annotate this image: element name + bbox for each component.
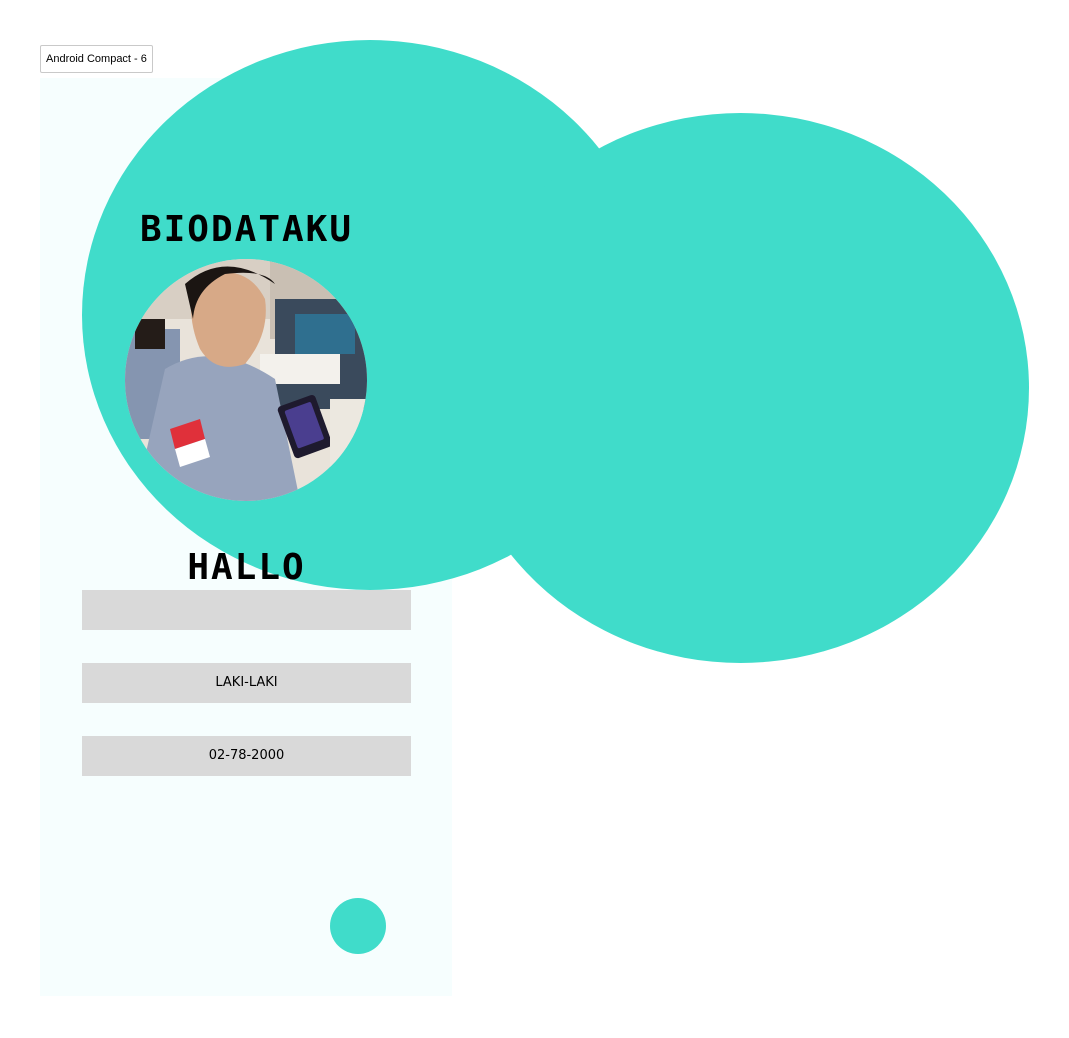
page-title: BIODATAKU bbox=[139, 209, 354, 250]
design-canvas: Android Compact - 6 BIODATAKU HALLO LAKI… bbox=[0, 0, 1069, 1038]
frame-label[interactable]: Android Compact - 6 bbox=[40, 45, 153, 73]
birth-date-field[interactable]: 02-78-2000 bbox=[82, 736, 411, 776]
decorative-circle-right bbox=[452, 113, 1029, 663]
profile-photo bbox=[125, 259, 367, 501]
floating-circle-button[interactable] bbox=[330, 898, 386, 954]
name-field[interactable] bbox=[82, 590, 411, 630]
gender-field[interactable]: LAKI-LAKI bbox=[82, 663, 411, 703]
profile-photo-image bbox=[125, 259, 367, 501]
greeting-title: HALLO bbox=[187, 547, 306, 588]
